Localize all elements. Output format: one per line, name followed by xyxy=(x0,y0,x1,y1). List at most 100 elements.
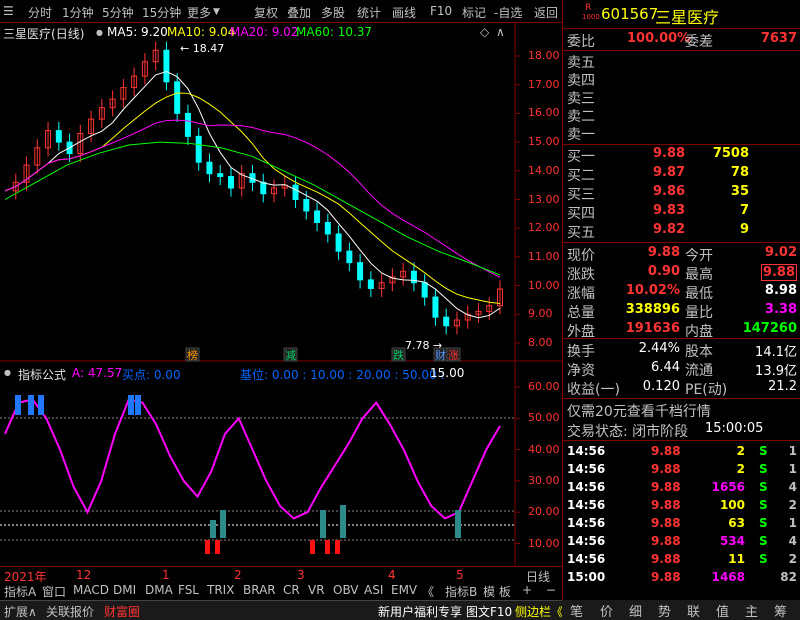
tab-window[interactable]: 窗口 xyxy=(40,583,68,600)
tick-row: 14:56 9.88 2 S 1 xyxy=(563,461,800,479)
tab-ticks[interactable]: 笔 xyxy=(570,601,583,620)
x-axis: 2021年 12 1 2 3 4 5 日线 xyxy=(0,566,562,584)
chart-stock-title: 三星医疗(日线) xyxy=(3,27,85,41)
indicator-line xyxy=(4,398,501,520)
stat-row: 涨跌 0.90 最高 9.88 xyxy=(563,264,800,283)
event-marker[interactable]: 减 xyxy=(285,349,296,362)
tab-indicator-b[interactable]: 指标B xyxy=(443,583,479,600)
tab-obv[interactable]: OBV xyxy=(331,583,361,597)
tab-macd[interactable]: MACD xyxy=(71,583,111,597)
divider xyxy=(563,50,800,51)
stat-label: 流通 xyxy=(685,363,713,379)
tick-side: S xyxy=(759,444,768,458)
indicator-bar xyxy=(220,510,226,538)
price-axis-label: 14.00 xyxy=(528,163,560,177)
x-label: 2 xyxy=(234,568,242,582)
indicator-axis-label: 10.00 xyxy=(528,536,560,550)
buy-row: 买四 9.83 7 xyxy=(563,203,800,222)
tick-price: 9.88 xyxy=(651,480,681,494)
tab-related[interactable]: 联 xyxy=(687,601,700,620)
tab-indicator-a[interactable]: 指标A xyxy=(2,583,38,600)
tab-cr[interactable]: CR xyxy=(281,583,302,597)
tab-vr[interactable]: VR xyxy=(306,583,327,597)
status-time: 15:00:05 xyxy=(705,421,764,436)
related-quote-button[interactable]: 关联报价 xyxy=(46,603,94,620)
x-label: 5 xyxy=(456,568,464,582)
stat-row: 净资 6.44 流通 13.9亿 xyxy=(563,360,800,379)
price-axis-label: 11.00 xyxy=(528,249,560,263)
collapse-arrow-icon[interactable]: ∧ xyxy=(496,25,505,39)
event-marker[interactable]: 跌 xyxy=(393,348,404,362)
tick-row: 14:56 9.88 534 S 4 xyxy=(563,533,800,551)
tick-count: 2 xyxy=(788,498,797,512)
tab-emv[interactable]: EMV xyxy=(389,583,419,597)
stock-code: 601567 xyxy=(601,5,659,23)
buy-volume: 7508 xyxy=(712,146,749,161)
event-marker[interactable]: 财 xyxy=(435,348,446,362)
stat-label: 最高 xyxy=(685,267,713,283)
stat-value: 9.88 xyxy=(647,245,680,260)
stat-value: 147260 xyxy=(742,321,797,336)
indicator-name[interactable]: 指标公式 xyxy=(18,366,66,383)
tick-count: 1 xyxy=(788,444,797,458)
sell-label: 卖一 xyxy=(567,127,595,143)
tick-price: 9.88 xyxy=(651,516,681,530)
tab-dma[interactable]: DMA xyxy=(143,583,175,597)
indicator-a-value: A: 47.57 xyxy=(72,366,123,380)
tab-trix[interactable]: TRIX xyxy=(205,583,236,597)
tab-template[interactable]: 模 板 xyxy=(481,583,513,600)
collapse-circle-icon[interactable]: ● xyxy=(4,368,11,377)
kline-chart[interactable]: ← 18.477.78 →榜减跌财涨 xyxy=(0,0,562,566)
sell-label: 卖五 xyxy=(567,55,595,71)
promo-text[interactable]: 仅需20元查看千档行情 xyxy=(567,401,711,421)
buy-label: 买一 xyxy=(567,149,595,165)
candle-body xyxy=(367,279,374,289)
promo-row[interactable]: 仅需20元查看千档行情 xyxy=(563,401,800,421)
buy-label: 买四 xyxy=(567,206,595,222)
stock-name: 三星医疗 xyxy=(655,8,720,27)
price-axis-label: 15.00 xyxy=(528,135,560,149)
stat-value: 0.90 xyxy=(647,264,680,279)
indicator-axis-label: 40.00 xyxy=(528,442,560,456)
tab-detail[interactable]: 细 xyxy=(629,601,642,620)
ma60-label: MA60: 10.37 xyxy=(296,25,373,39)
status-label: 交易状态: 闭市阶段 xyxy=(567,424,689,440)
collapse-circle-icon[interactable]: ● xyxy=(96,28,103,37)
level-mark-icon: 1000 xyxy=(582,13,600,21)
stat-value: 9.02 xyxy=(764,245,797,260)
divider xyxy=(563,398,800,399)
tab-more-left[interactable]: 《 xyxy=(420,583,436,600)
x-label: 3 xyxy=(297,568,305,582)
buy-price: 9.87 xyxy=(653,165,686,180)
stat-row: 总量 338896 量比 3.38 xyxy=(563,302,800,321)
tab-remove[interactable]: − xyxy=(544,583,558,597)
candle-body xyxy=(292,184,299,200)
x-label: 1 xyxy=(162,568,170,582)
sell-label: 卖三 xyxy=(567,91,595,107)
tab-add[interactable]: + xyxy=(520,583,534,597)
high-label: ← 18.47 xyxy=(180,42,224,55)
tab-asi[interactable]: ASI xyxy=(362,583,385,597)
tab-trend[interactable]: 势 xyxy=(658,601,671,620)
tick-count: 82 xyxy=(780,570,797,584)
expand-button[interactable]: 扩展∧ xyxy=(4,603,37,620)
sidebar-toggle[interactable]: 侧边栏《 xyxy=(515,603,563,620)
sell-row: 卖五 xyxy=(563,52,800,71)
event-marker[interactable]: 涨 xyxy=(448,349,459,362)
tick-price: 9.88 xyxy=(651,444,681,458)
tick-volume: 11 xyxy=(728,552,745,566)
tab-price[interactable]: 价 xyxy=(600,601,613,620)
tab-dmi[interactable]: DMI xyxy=(111,583,138,597)
wealth-circle-button[interactable]: 财富圈 xyxy=(104,603,140,620)
tab-fsl[interactable]: FSL xyxy=(176,583,201,597)
diamond-icon[interactable]: ◇ xyxy=(480,25,489,39)
event-marker[interactable]: 榜 xyxy=(187,348,198,362)
tab-value[interactable]: 值 xyxy=(716,601,729,620)
new-user-promo[interactable]: 新用户福利专享 xyxy=(378,603,462,620)
tab-main[interactable]: 主 xyxy=(745,601,758,620)
tab-chips[interactable]: 筹 xyxy=(774,601,787,620)
f10-graphic-button[interactable]: 图文F10 xyxy=(466,603,512,620)
indicator-axis-label: 60.00 xyxy=(528,380,560,393)
tick-time: 14:56 xyxy=(567,534,606,548)
tab-brar[interactable]: BRAR xyxy=(241,583,278,597)
